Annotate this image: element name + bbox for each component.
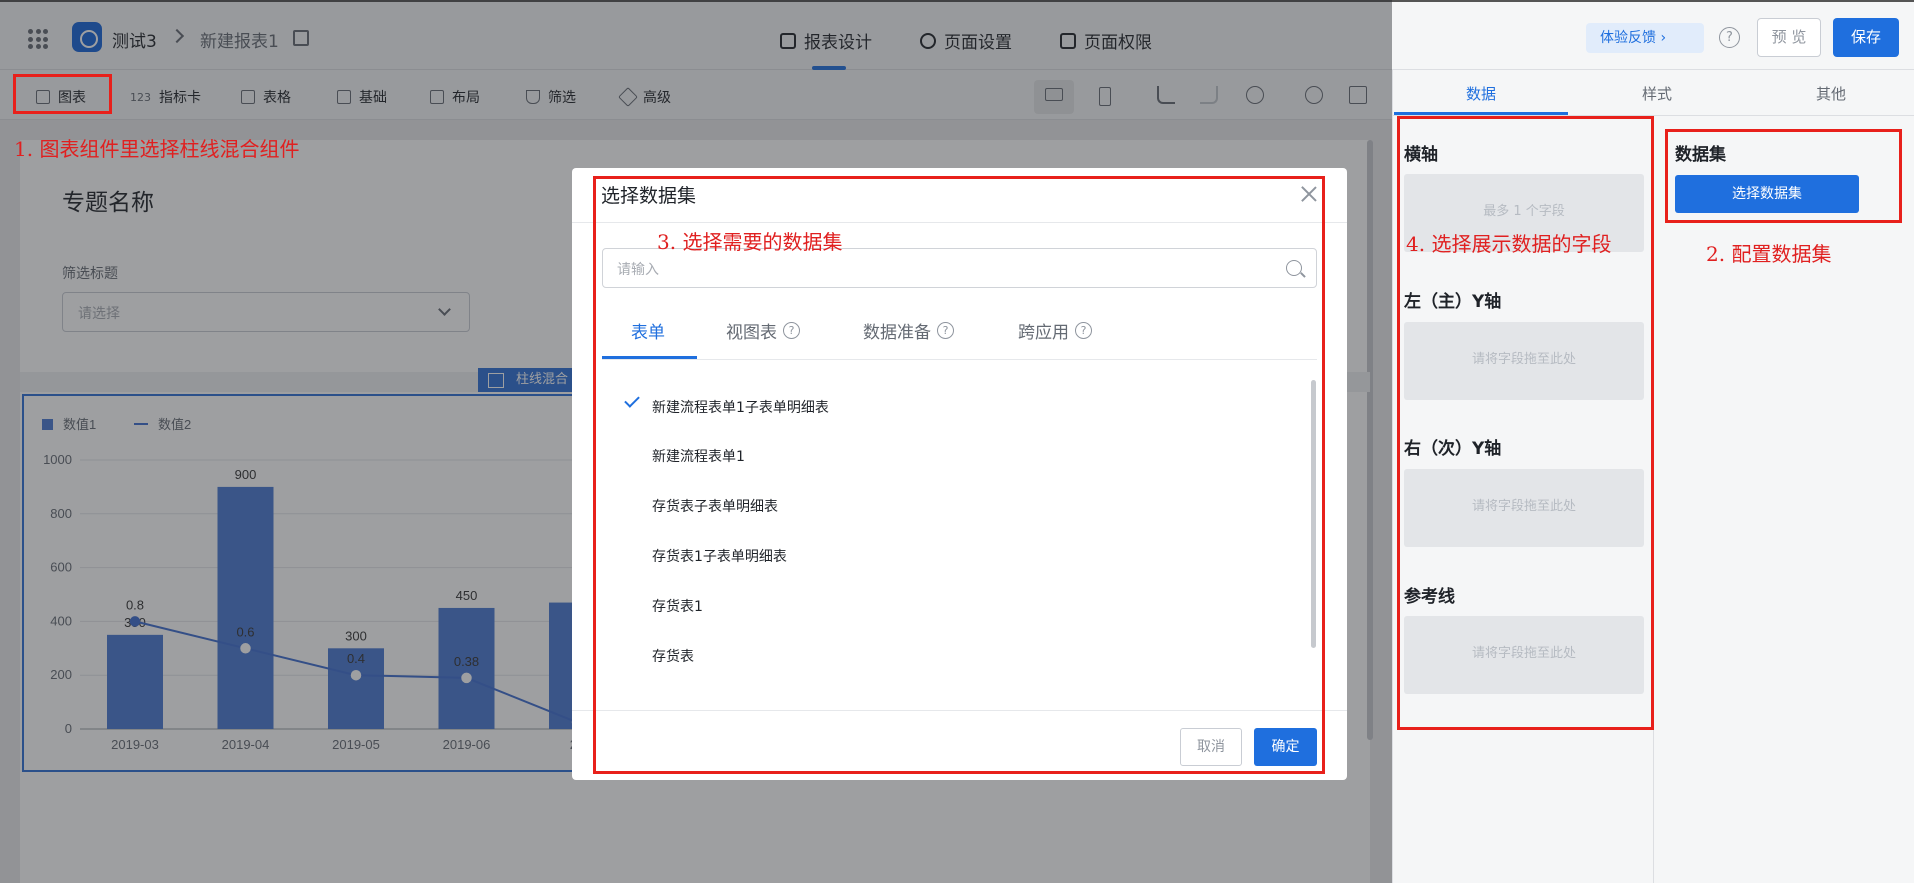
rtab-style[interactable]: 样式: [1642, 83, 1672, 104]
annotation-box-modal: [593, 176, 1325, 774]
annotation-box-fields: [1397, 116, 1654, 730]
annotation-step4: 4. 选择展示数据的字段: [1406, 232, 1612, 256]
annotation-step3: 3. 选择需要的数据集: [657, 230, 843, 254]
save-button[interactable]: 保存: [1833, 18, 1899, 57]
annotation-box-chart: [13, 74, 112, 114]
annotation-box-dataset: [1665, 129, 1902, 223]
annotation-step2: 2. 配置数据集: [1706, 242, 1832, 266]
preview-button[interactable]: 预 览: [1757, 18, 1821, 57]
rtab-data[interactable]: 数据: [1466, 83, 1496, 104]
rtab-other[interactable]: 其他: [1816, 83, 1846, 104]
feedback-button[interactable]: 体验反馈 ›: [1586, 23, 1704, 53]
feedback-label: 体验反馈: [1600, 30, 1656, 46]
annotation-step1: 1. 图表组件里选择柱线混合组件: [14, 137, 300, 161]
help-icon[interactable]: ?: [1719, 27, 1740, 48]
